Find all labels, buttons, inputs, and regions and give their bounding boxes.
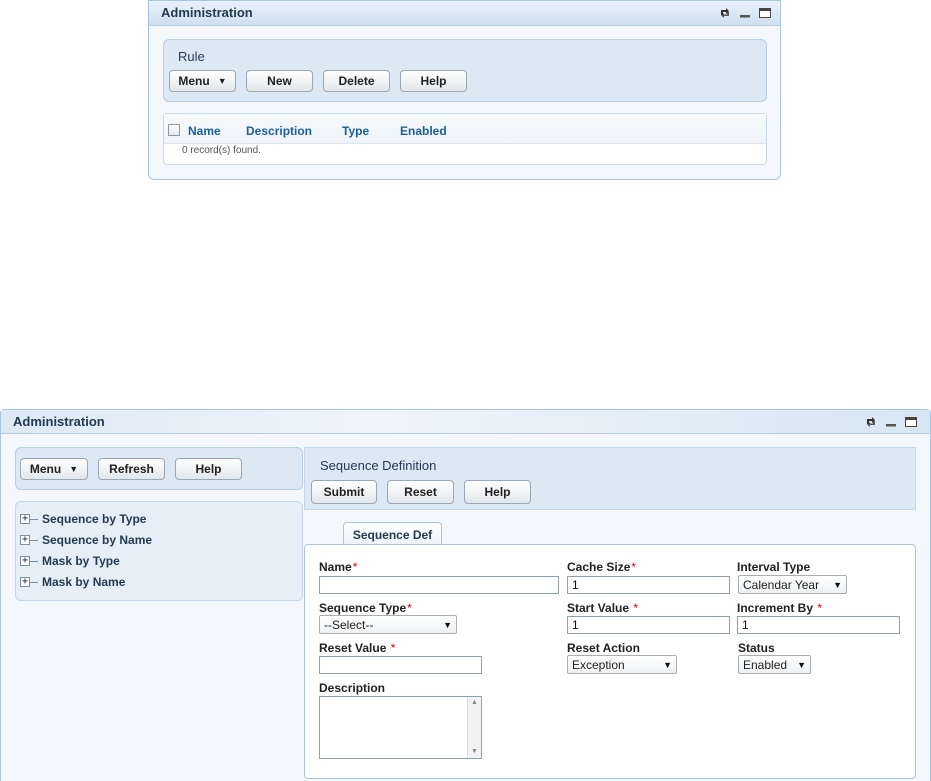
refresh-icon[interactable] <box>718 6 732 20</box>
minimize-icon[interactable] <box>884 415 898 429</box>
menu-button[interactable]: Menu ▼ <box>169 70 236 92</box>
refresh-icon[interactable] <box>864 415 878 429</box>
rule-toolbar-panel: Rule Menu ▼ New Delete Help <box>163 39 767 102</box>
sequence-definition-header: Sequence Definition Submit Reset Help <box>304 447 916 510</box>
description-label: Description <box>319 681 386 695</box>
required-marker: * <box>633 601 639 615</box>
sequence-tree: + Sequence by Type + Sequence by Name + … <box>15 501 303 601</box>
window-controls <box>864 414 918 430</box>
refresh-button[interactable]: Refresh <box>98 458 165 480</box>
section-title: Rule <box>178 49 205 64</box>
start-value-label-text: Start Value <box>567 601 630 615</box>
help-button[interactable]: Help <box>175 458 242 480</box>
required-marker: * <box>390 641 396 655</box>
window-title: Administration <box>13 414 105 429</box>
status-value: Enabled <box>743 657 788 672</box>
grid-header: Name Description Type Enabled <box>164 114 766 144</box>
name-field[interactable] <box>319 576 559 594</box>
tree-node-mask-by-type[interactable]: + Mask by Type <box>20 553 120 569</box>
description-textarea[interactable]: ▲ ▼ <box>319 696 482 759</box>
maximize-icon[interactable] <box>758 6 772 20</box>
rule-grid: Name Description Type Enabled 0 record(s… <box>163 113 767 165</box>
menu-label: Menu <box>178 74 210 88</box>
reset-action-label: Reset Action <box>567 641 640 655</box>
minimize-icon[interactable] <box>738 6 752 20</box>
column-header-enabled[interactable]: Enabled <box>400 124 447 138</box>
caret-down-icon: ▼ <box>69 463 79 474</box>
tree-node-label: Sequence by Name <box>42 533 153 547</box>
sequence-type-label: Sequence Type* <box>319 601 412 615</box>
rule-admin-window: Administration Rule Menu ▼ New Delete He… <box>148 0 781 180</box>
reset-value-field[interactable] <box>319 656 482 674</box>
sequence-type-select[interactable]: --Select-- ▼ <box>319 615 457 634</box>
cache-size-label: Cache Size* <box>567 560 636 574</box>
cache-size-field[interactable] <box>567 576 730 594</box>
caret-down-icon: ▼ <box>833 579 842 590</box>
increment-by-label: Increment By * <box>737 601 822 615</box>
plus-box-icon[interactable]: + <box>20 535 30 545</box>
new-button[interactable]: New <box>246 70 313 92</box>
sequence-type-label-text: Sequence Type <box>319 601 407 615</box>
reset-value-label-text: Reset Value <box>319 641 387 655</box>
menu-label: Menu <box>29 462 62 476</box>
status-select[interactable]: Enabled ▼ <box>738 655 811 674</box>
tree-node-label: Mask by Name <box>42 575 126 589</box>
empty-records-text: 0 record(s) found. <box>182 145 261 156</box>
maximize-icon[interactable] <box>904 415 918 429</box>
interval-type-label: Interval Type <box>737 560 811 574</box>
reset-action-select[interactable]: Exception ▼ <box>567 655 677 674</box>
status-label: Status <box>738 641 775 655</box>
sequence-admin-window: Administration Menu ▼ Refresh Help + Seq… <box>0 409 931 781</box>
interval-type-select[interactable]: Calendar Year ▼ <box>738 575 847 594</box>
tree-node-sequence-by-type[interactable]: + Sequence by Type <box>20 511 146 527</box>
caret-down-icon: ▼ <box>443 619 452 630</box>
required-marker: * <box>407 601 412 615</box>
select-all-checkbox[interactable] <box>168 124 180 136</box>
sequence-def-form: Name* Cache Size* Interval Type Calendar… <box>304 544 916 779</box>
scroll-up-icon[interactable]: ▲ <box>468 697 481 709</box>
name-label: Name* <box>319 560 357 574</box>
scroll-down-icon[interactable]: ▼ <box>468 746 481 758</box>
menu-button[interactable]: Menu ▼ <box>20 458 88 480</box>
column-header-type[interactable]: Type <box>342 124 369 138</box>
required-marker: * <box>352 560 358 574</box>
window-header: Administration <box>149 1 780 26</box>
caret-down-icon: ▼ <box>217 75 227 86</box>
tree-node-sequence-by-name[interactable]: + Sequence by Name <box>20 532 152 548</box>
cache-size-label-text: Cache Size <box>567 560 631 574</box>
caret-down-icon: ▼ <box>663 659 672 670</box>
plus-box-icon[interactable]: + <box>20 556 30 566</box>
plus-box-icon[interactable]: + <box>20 514 30 524</box>
tree-node-label: Sequence by Type <box>42 512 147 526</box>
sequence-type-value: --Select-- <box>324 617 374 632</box>
column-header-description[interactable]: Description <box>246 124 312 138</box>
start-value-label: Start Value * <box>567 601 638 615</box>
increment-by-label-text: Increment By <box>737 601 814 615</box>
delete-button[interactable]: Delete <box>323 70 390 92</box>
window-controls <box>718 5 772 21</box>
help-button[interactable]: Help <box>400 70 467 92</box>
increment-by-field[interactable] <box>737 616 900 634</box>
tree-node-mask-by-name[interactable]: + Mask by Name <box>20 574 125 590</box>
required-marker: * <box>817 601 823 615</box>
required-marker: * <box>631 560 637 574</box>
help-button[interactable]: Help <box>464 480 531 504</box>
interval-type-value: Calendar Year <box>743 577 820 592</box>
form-title: Sequence Definition <box>320 458 437 473</box>
start-value-field[interactable] <box>567 616 730 634</box>
scrollbar[interactable]: ▲ ▼ <box>467 697 481 758</box>
left-toolbar-panel: Menu ▼ Refresh Help <box>15 447 303 490</box>
reset-value-label: Reset Value * <box>319 641 395 655</box>
caret-down-icon: ▼ <box>797 659 806 670</box>
reset-button[interactable]: Reset <box>387 480 454 504</box>
window-header: Administration <box>1 410 930 434</box>
submit-button[interactable]: Submit <box>311 480 377 504</box>
column-header-name[interactable]: Name <box>188 124 221 138</box>
name-label-text: Name <box>319 560 352 574</box>
tree-node-label: Mask by Type <box>42 554 120 568</box>
plus-box-icon[interactable]: + <box>20 577 30 587</box>
reset-action-value: Exception <box>572 657 625 672</box>
window-title: Administration <box>161 5 253 20</box>
